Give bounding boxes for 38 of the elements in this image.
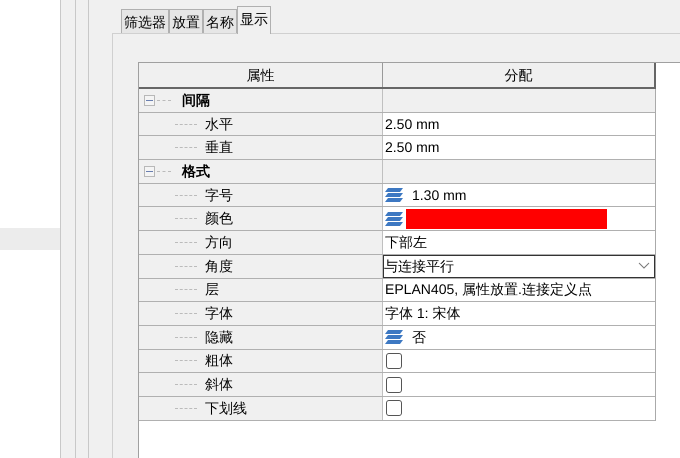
tab[interactable]: 放置 [169, 9, 203, 34]
collapse-toggle[interactable] [144, 166, 155, 177]
column-header[interactable]: 分配 [383, 63, 654, 87]
layers-icon [385, 329, 404, 346]
property-label: 角度 [205, 256, 233, 276]
tab[interactable]: 筛选器 [121, 9, 169, 34]
property-label: 方向 [205, 232, 233, 252]
value-text: 2.50 mm [384, 114, 440, 134]
checkbox[interactable] [386, 376, 402, 393]
tab[interactable]: 显示 [237, 6, 271, 34]
value-text: 字体 1: 宋体 [384, 304, 460, 324]
property-label: 层 [205, 280, 219, 300]
column-header[interactable]: 属性 [139, 63, 383, 87]
value-text: EPLAN405, 属性放置.连接定义点 [384, 280, 592, 300]
property-label: 字号 [205, 186, 233, 205]
property-label: 斜体 [205, 375, 233, 394]
value-text: 否 [412, 328, 426, 347]
property-label: 颜色 [205, 209, 233, 228]
property-label: 粗体 [205, 351, 233, 370]
property-label: 水平 [205, 114, 233, 134]
property-label: 垂直 [205, 138, 233, 158]
value-text: 2.50 mm [384, 138, 440, 158]
property-label: 下划线 [205, 398, 247, 418]
color-swatch[interactable] [406, 208, 607, 229]
group-label: 格式 [182, 162, 210, 181]
collapse-toggle[interactable] [144, 94, 155, 106]
chevron-down-icon [638, 262, 650, 270]
property-label: 字体 [205, 304, 233, 324]
value-text: 下部左 [384, 232, 427, 252]
checkbox[interactable] [386, 400, 402, 416]
layers-icon [385, 187, 404, 204]
angle-dropdown[interactable]: 与连接平行 [383, 254, 655, 278]
value-text: 1.30 mm [412, 186, 466, 205]
property-label: 隐藏 [205, 328, 233, 347]
layers-icon [385, 210, 404, 227]
tab[interactable]: 名称 [203, 9, 237, 34]
group-label: 间隔 [182, 90, 210, 110]
checkbox[interactable] [386, 352, 402, 369]
